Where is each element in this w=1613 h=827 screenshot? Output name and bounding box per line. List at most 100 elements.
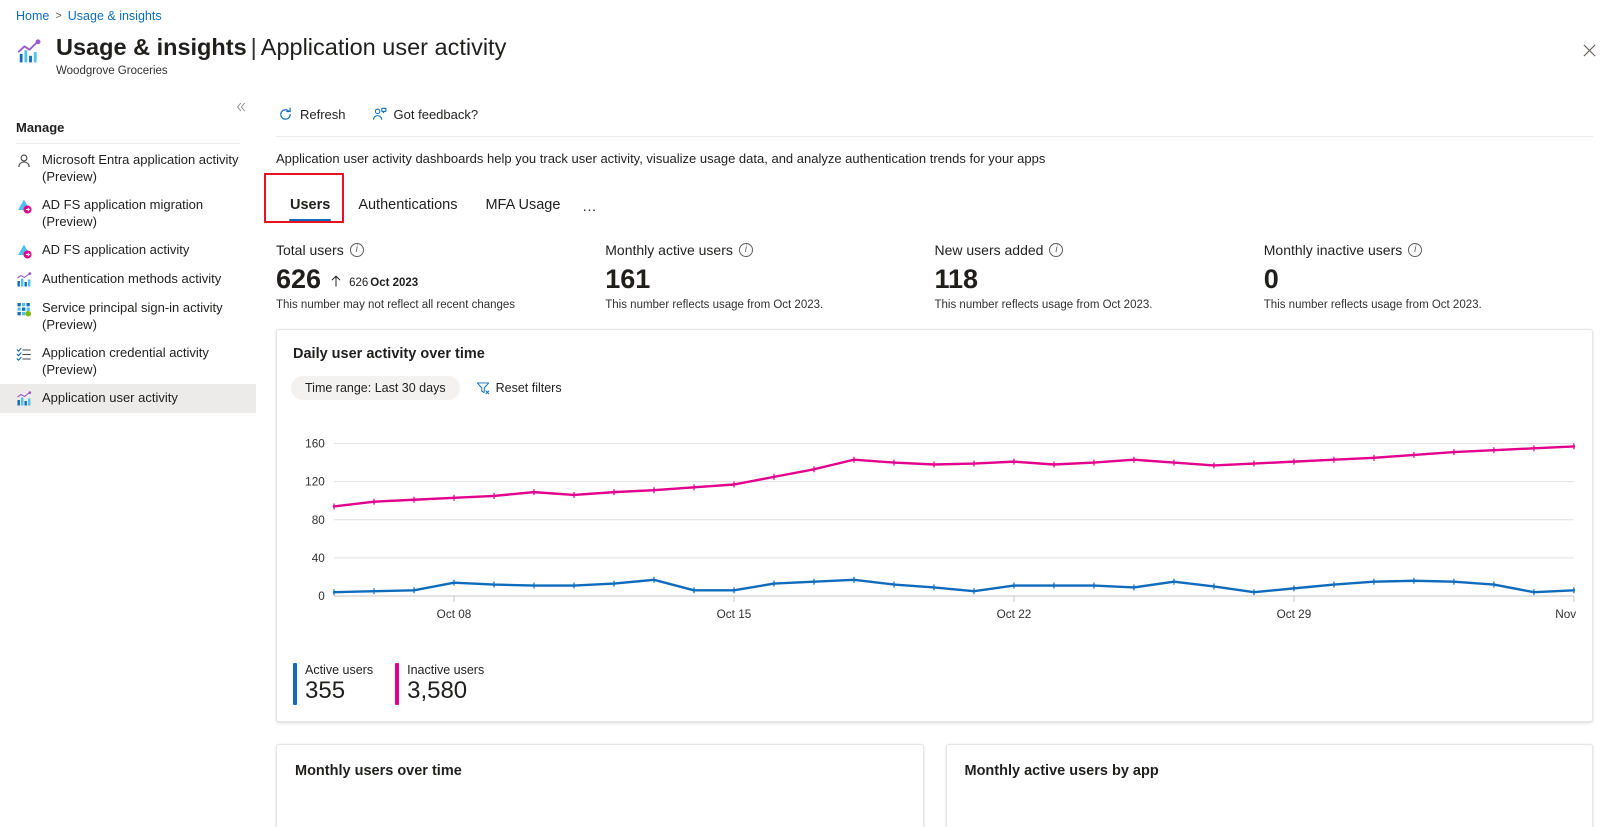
legend-color-swatch: [293, 663, 297, 705]
sidebar-divider: [16, 143, 240, 144]
page-title-sub: Application user activity: [260, 34, 507, 60]
close-icon[interactable]: [1577, 38, 1601, 62]
monthly-active-users-by-app-card: Monthly active users by app: [945, 744, 1593, 827]
breadcrumb-item-home[interactable]: Home: [16, 9, 49, 23]
kpi-header: Monthly inactive users i: [1264, 242, 1573, 258]
chart-title: Daily user activity over time: [293, 346, 485, 362]
kpi-monthly-inactive-users: Monthly inactive users i 0 This number r…: [1264, 242, 1593, 311]
x-axis-tick-label: Oct 22: [997, 608, 1032, 621]
sidebar-item-authentication-methods-activity[interactable]: Authentication methods activity: [0, 265, 256, 294]
sidebar-item-application-user-activity[interactable]: Application user activity: [0, 384, 256, 413]
kpi-value-row: 0: [1264, 262, 1573, 296]
kpi-title: Monthly inactive users: [1263, 242, 1403, 258]
legend-item-inactive-users: Inactive users 3,580: [395, 663, 484, 705]
y-axis-tick-label: 160: [305, 438, 325, 451]
breadcrumb: Home > Usage & insights: [16, 9, 162, 23]
refresh-label: Refresh: [300, 107, 346, 122]
legend-label: Inactive users: [407, 663, 485, 677]
kpi-delta: 626 Oct 2023: [349, 277, 418, 289]
got-feedback-button[interactable]: Got feedback?: [370, 104, 481, 125]
series-line-inactive-users: [334, 446, 1574, 506]
main-content: Refresh Got feedback? Application user a…: [256, 92, 1613, 827]
sidebar-item-ad-fs-application-migration[interactable]: AD FS application migration (Preview): [0, 191, 256, 236]
chart-legend: Active users 355 Inactive users 3,580: [293, 663, 484, 705]
kpi-trend: 626 Oct 2023: [329, 274, 418, 292]
sidebar-item-application-credential-activity[interactable]: Application credential activity (Preview…: [0, 339, 256, 384]
chart-filter-row: Time range: Last 30 days Reset filters: [277, 362, 1592, 400]
sidebar-item-label: Application credential activity (Preview…: [42, 345, 209, 377]
kpi-title: Monthly active users: [605, 242, 733, 258]
x-axis-tick-label: Oct 29: [1277, 608, 1312, 621]
breadcrumb-item-usage-insights[interactable]: Usage & insights: [68, 9, 162, 23]
legend-value: 355: [305, 677, 346, 704]
page-description: Application user activity dashboards hel…: [276, 151, 1046, 166]
tab-mfa-usage-label: MFA Usage: [485, 197, 561, 213]
double-chevron-left-icon[interactable]: [230, 96, 252, 118]
tab-users[interactable]: Users: [276, 192, 344, 224]
y-axis-tick-label: 0: [318, 590, 325, 603]
kpi-value: 626: [276, 264, 322, 294]
kpi-header: Monthly active users i: [605, 242, 914, 258]
sidebar-item-label: Service principal sign-in activity (Prev…: [42, 300, 223, 332]
refresh-button[interactable]: Refresh: [276, 104, 348, 125]
info-icon[interactable]: i: [1049, 243, 1064, 257]
tab-authentications[interactable]: Authentications: [344, 192, 471, 224]
tab-mfa-usage[interactable]: MFA Usage: [471, 192, 574, 224]
time-range-filter[interactable]: Time range: Last 30 days: [291, 376, 460, 400]
sidebar-item-label: AD FS application activity: [42, 242, 190, 257]
kpi-value-row: 626 626 Oct 2023: [276, 262, 585, 296]
sidebar-item-ad-fs-application-activity[interactable]: AD FS application activity: [0, 236, 256, 265]
x-axis-tick-label: Nov 05: [1555, 608, 1578, 621]
refresh-icon: [278, 107, 293, 122]
page-title-main: Usage & insights: [56, 34, 247, 60]
tab-authentications-label: Authentications: [358, 197, 458, 213]
info-icon[interactable]: i: [349, 243, 364, 257]
kpi-value: 0: [1263, 264, 1279, 294]
bar-chart-icon: [16, 391, 32, 407]
kpi-note: This number reflects usage from Oct 2023…: [605, 299, 824, 311]
sidebar-item-service-principal-sign-in-activity[interactable]: Service principal sign-in activity (Prev…: [0, 294, 256, 339]
tab-overflow-button[interactable]: ···: [574, 200, 604, 224]
reset-filters-label: Reset filters: [495, 381, 562, 395]
sidebar-item-microsoft-entra-application-activity[interactable]: Microsoft Entra application activity (Pr…: [0, 146, 256, 191]
page-subtitle: Woodgrove Groceries: [56, 65, 168, 77]
kpi-value: 161: [605, 264, 651, 294]
legend-item-active-users: Active users 355: [293, 663, 373, 705]
y-axis-tick-label: 80: [312, 514, 326, 527]
sidebar-item-label: Microsoft Entra application activity (Pr…: [42, 152, 239, 184]
bar-chart-icon: [16, 272, 32, 288]
person-icon: [16, 153, 32, 169]
kpi-note: This number may not reflect all recent c…: [276, 299, 516, 311]
info-icon[interactable]: i: [738, 243, 753, 257]
kpi-value-row: 161: [605, 262, 914, 296]
arrow-up-icon: [329, 274, 343, 292]
kpi-value: 118: [934, 264, 979, 294]
daily-user-activity-plot[interactable]: 0 40 80 120 160 Oct 08 Oct 15 Oct 22 Oct 29 Nov 0…: [289, 426, 1578, 636]
kpi-title: Total users: [276, 242, 344, 258]
filter-reset-icon: [476, 381, 490, 395]
tab-list: Users Authentications MFA Usage ···: [264, 173, 1593, 224]
page-header: Usage & insights | Application user activi…: [16, 33, 506, 77]
command-bar-divider: [276, 136, 1593, 137]
info-icon[interactable]: i: [1408, 243, 1423, 257]
checklist-icon: [16, 346, 32, 362]
got-feedback-label: Got feedback?: [393, 107, 479, 122]
kpi-value-row: 118: [935, 262, 1244, 296]
bottom-card-row: Monthly users over time Monthly active u…: [276, 744, 1593, 827]
kpi-title: New users added: [934, 242, 1044, 258]
legend-color-swatch: [395, 663, 400, 705]
card-title: Monthly users over time: [295, 763, 462, 779]
x-axis-tick-label: Oct 15: [717, 608, 752, 621]
command-bar: Refresh Got feedback?: [256, 92, 1613, 125]
kpi-monthly-active-users: Monthly active users i 161 This number r…: [605, 242, 934, 311]
series-line-active-users: [334, 580, 1574, 592]
sidebar-item-label: Application user activity: [42, 390, 178, 405]
kpi-header: New users added i: [935, 242, 1244, 258]
legend-label: Active users: [305, 663, 374, 677]
kpi-header: Total users i: [276, 242, 585, 258]
kpi-row: Total users i 626 626 Oct 2023 This numbe…: [276, 242, 1593, 311]
reset-filters-button[interactable]: Reset filters: [476, 381, 562, 395]
y-axis-tick-label: 120: [305, 476, 325, 489]
adfs-activity-icon: [16, 243, 32, 259]
adfs-migration-icon: [16, 198, 32, 214]
